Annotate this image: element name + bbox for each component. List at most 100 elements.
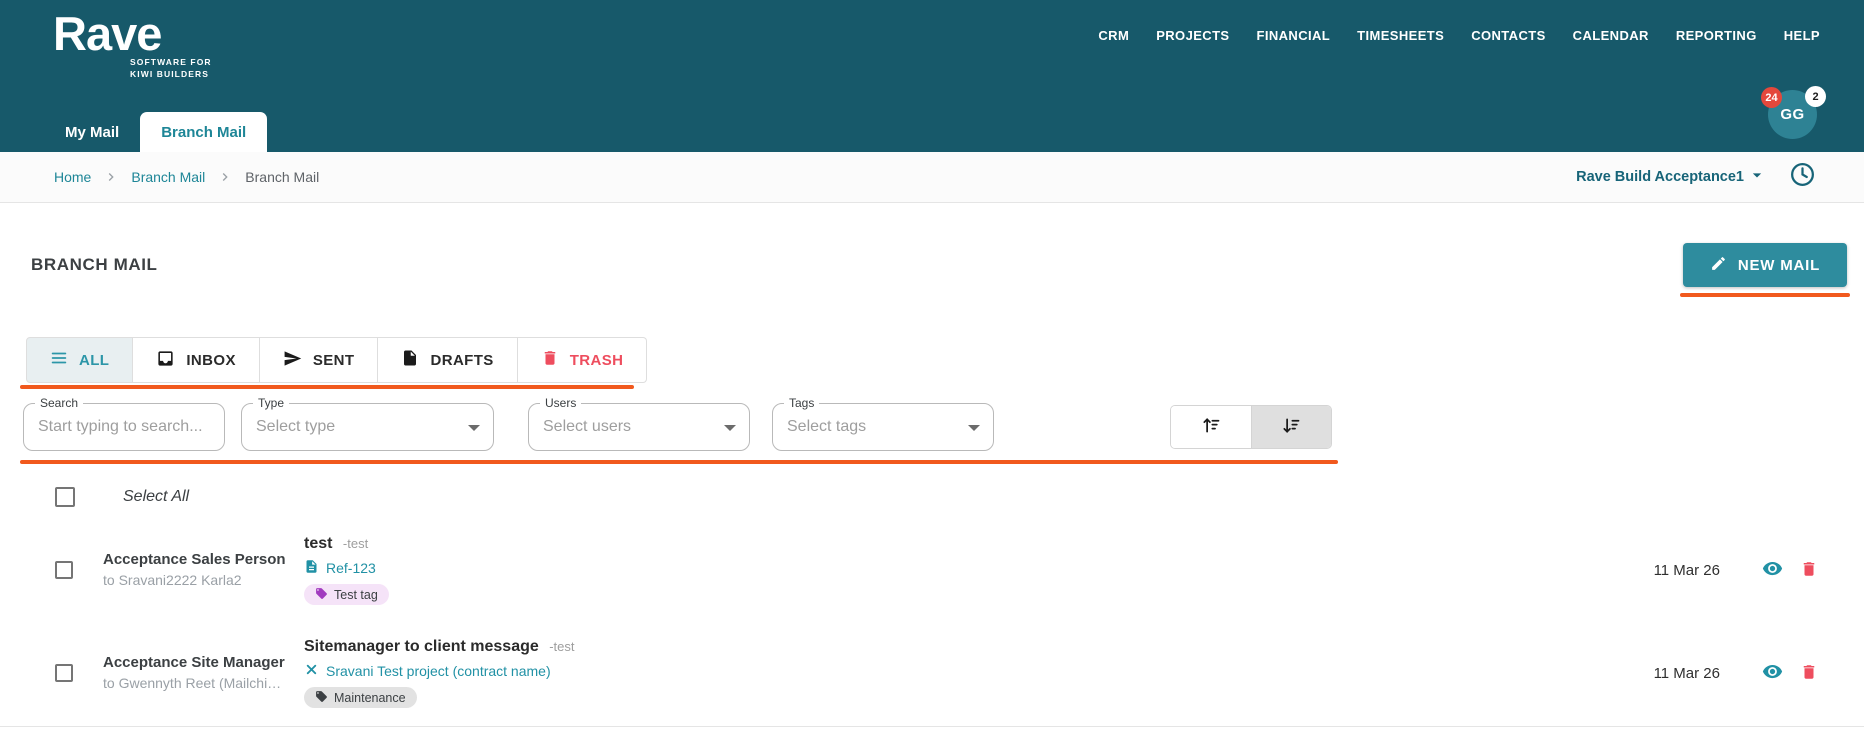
sort-toggle-group <box>1170 405 1332 449</box>
mail-participants: Acceptance Sales Person to Sravani2222 K… <box>103 550 298 591</box>
filters-row: Search Type Select type Users Select use… <box>23 396 1332 451</box>
workspace-selector[interactable]: Rave Build Acceptance1 <box>1576 165 1767 189</box>
row-checkbox[interactable] <box>55 664 73 682</box>
list-icon <box>50 349 68 371</box>
tools-icon <box>304 662 319 680</box>
folder-tab-trash-label: TRASH <box>569 351 624 369</box>
mail-subject: Sitemanager to client message <box>304 638 539 655</box>
nav-item-projects[interactable]: PROJECTS <box>1156 28 1229 43</box>
send-icon <box>283 349 302 372</box>
folder-tab-inbox[interactable]: INBOX <box>133 337 260 383</box>
message-badge[interactable]: 2 <box>1805 86 1826 107</box>
trash-icon <box>541 349 559 371</box>
tags-select[interactable]: Tags Select tags <box>772 396 994 451</box>
breadcrumb-home[interactable]: Home <box>54 169 91 185</box>
search-field[interactable]: Search <box>23 396 225 451</box>
mail-project-label[interactable]: Sravani Test project (contract name) <box>326 663 551 679</box>
nav-item-contacts[interactable]: CONTACTS <box>1471 28 1545 43</box>
search-input[interactable] <box>38 418 210 436</box>
type-placeholder: Select type <box>256 418 336 435</box>
nav-item-reporting[interactable]: REPORTING <box>1676 28 1757 43</box>
sort-ascending-icon <box>1201 415 1222 439</box>
title-row: BRANCH MAIL NEW MAIL <box>31 243 1850 297</box>
workspace-name: Rave Build Acceptance1 <box>1576 169 1744 185</box>
sort-descending-button[interactable] <box>1251 406 1331 448</box>
mail-subject-line: Sitemanager to client message -test <box>304 638 1640 656</box>
branch-mail-content: BRANCH MAIL NEW MAIL ALL INBOX SENT DRAF… <box>0 203 1864 729</box>
row-checkbox[interactable] <box>55 561 73 579</box>
search-field-label: Search <box>35 396 84 410</box>
new-mail-button[interactable]: NEW MAIL <box>1683 243 1847 287</box>
users-select[interactable]: Users Select users <box>528 396 750 451</box>
eye-icon <box>1762 558 1783 582</box>
mail-tag-row: Maintenance <box>304 680 1640 708</box>
tag-chip[interactable]: Test tag <box>304 584 389 605</box>
rave-logo[interactable]: Rave SOFTWARE FOR KIWI BUILDERS <box>53 8 212 81</box>
brand-tagline: SOFTWARE FOR KIWI BUILDERS <box>130 56 212 82</box>
nav-item-financial[interactable]: FINANCIAL <box>1256 28 1330 43</box>
folder-tab-trash[interactable]: TRASH <box>517 337 648 383</box>
mail-row[interactable]: Acceptance Sales Person to Sravani2222 K… <box>0 528 1864 612</box>
mail-section-tabs: My Mail Branch Mail <box>44 112 268 152</box>
mail-row[interactable]: Acceptance Site Manager to Gwennyth Reet… <box>0 631 1864 715</box>
pencil-icon <box>1710 255 1727 276</box>
select-all-checkbox[interactable] <box>55 487 75 507</box>
folder-tab-drafts[interactable]: DRAFTS <box>378 337 518 383</box>
mail-actions <box>1762 661 1818 685</box>
tab-my-mail[interactable]: My Mail <box>44 112 140 152</box>
view-mail-button[interactable] <box>1762 661 1783 685</box>
breadcrumb-bar: Home Branch Mail Branch Mail Rave Build … <box>0 152 1864 203</box>
breadcrumb-branch-mail[interactable]: Branch Mail <box>131 169 205 185</box>
orange-annotation-line <box>20 460 1338 464</box>
nav-item-crm[interactable]: CRM <box>1098 28 1129 43</box>
nav-item-timesheets[interactable]: TIMESHEETS <box>1357 28 1444 43</box>
mail-reference-link[interactable]: Ref-123 <box>304 559 1640 577</box>
folder-tabs: ALL INBOX SENT DRAFTS TRASH <box>26 337 648 383</box>
sort-descending-icon <box>1281 415 1302 439</box>
mail-actions <box>1762 558 1818 582</box>
dropdown-arrow-icon <box>968 425 980 431</box>
folder-tab-sent[interactable]: SENT <box>259 337 379 383</box>
breadcrumb: Home Branch Mail Branch Mail <box>54 169 319 185</box>
select-all-label: Select All <box>123 488 190 505</box>
sort-ascending-button[interactable] <box>1171 406 1251 448</box>
mail-sender: Acceptance Site Manager <box>103 653 285 671</box>
delete-mail-button[interactable] <box>1800 560 1818 581</box>
tab-branch-mail[interactable]: Branch Mail <box>140 112 268 152</box>
delete-mail-button[interactable] <box>1800 663 1818 684</box>
type-select[interactable]: Type Select type <box>241 396 494 451</box>
mail-summary: Sitemanager to client message -test Srav… <box>304 638 1640 708</box>
trash-icon <box>1800 663 1818 684</box>
dropdown-arrow-icon <box>468 425 480 431</box>
nav-item-help[interactable]: HELP <box>1784 28 1820 43</box>
mail-project-link[interactable]: Sravani Test project (contract name) <box>304 662 1640 680</box>
folder-tab-all[interactable]: ALL <box>26 337 134 383</box>
history-button[interactable] <box>1789 161 1816 193</box>
user-avatar[interactable]: 24 2 GG <box>1761 86 1826 139</box>
mail-summary: test -test Ref-123 Test tag <box>304 535 1640 605</box>
nav-item-calendar[interactable]: CALENDAR <box>1573 28 1649 43</box>
users-field-label: Users <box>540 396 582 410</box>
file-icon <box>401 349 419 371</box>
orange-annotation-line <box>20 385 634 389</box>
mail-subject-line: test -test <box>304 535 1640 553</box>
mail-reference-label[interactable]: Ref-123 <box>326 560 376 576</box>
mail-subject-note: -test <box>549 639 575 654</box>
users-placeholder: Select users <box>543 418 632 435</box>
brand-tagline-line1: SOFTWARE FOR <box>130 56 212 67</box>
tags-placeholder: Select tags <box>787 418 867 435</box>
dropdown-arrow-icon <box>724 425 736 431</box>
document-icon <box>304 559 319 577</box>
list-divider <box>0 726 1864 727</box>
eye-icon <box>1762 661 1783 685</box>
chevron-down-icon <box>1747 165 1767 189</box>
tag-icon <box>315 690 328 706</box>
tag-chip[interactable]: Maintenance <box>304 687 417 708</box>
chevron-right-icon <box>217 169 233 185</box>
notification-badge[interactable]: 24 <box>1761 87 1782 108</box>
view-mail-button[interactable] <box>1762 558 1783 582</box>
brand-name: Rave <box>53 7 162 60</box>
mail-participants: Acceptance Site Manager to Gwennyth Reet… <box>103 653 298 694</box>
mail-date: 11 Mar 26 <box>1653 664 1720 682</box>
clock-icon <box>1789 161 1816 193</box>
